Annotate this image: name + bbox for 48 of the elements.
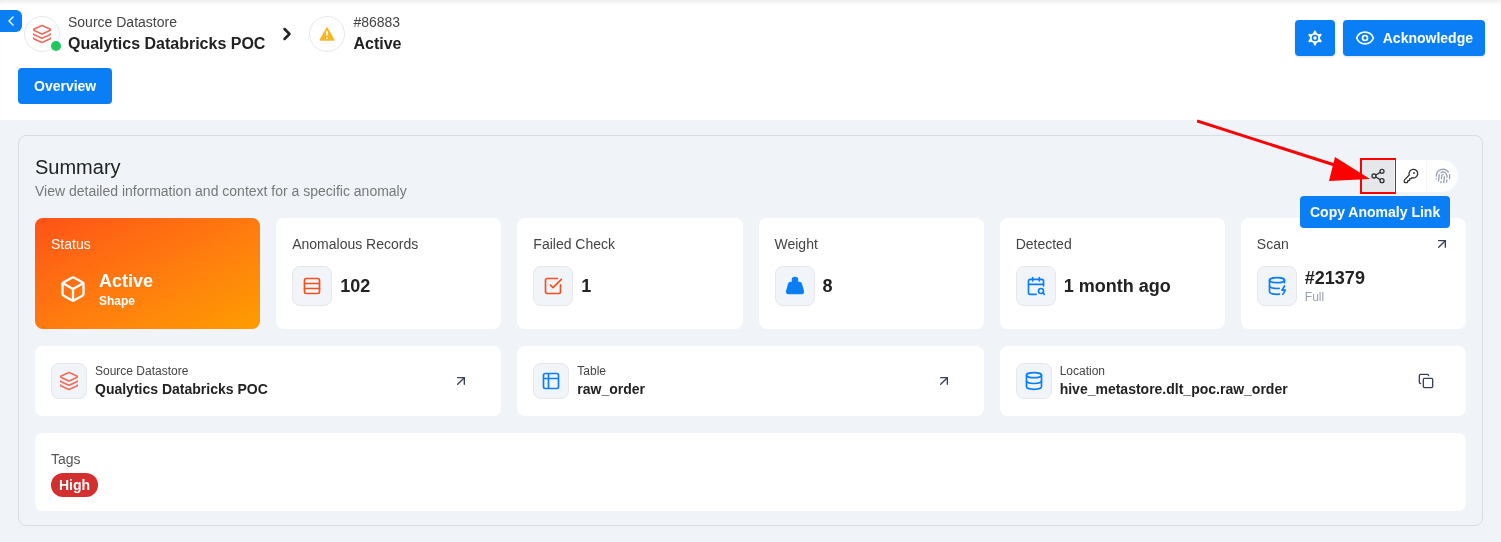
share-icon — [1370, 168, 1386, 184]
summary-subtitle: View detailed information and context for a specific anomaly — [35, 182, 407, 201]
stat-label: Anomalous Records — [292, 235, 419, 254]
stat-value: 1 — [581, 274, 592, 298]
copy-icon[interactable] — [1418, 373, 1434, 389]
detail-value: hive_metastore.dlt_poc.raw_order — [1059, 380, 1289, 399]
datastore-name[interactable]: Qualytics Databricks POC — [68, 32, 266, 56]
detail-value: raw_order — [577, 380, 647, 399]
breadcrumb-label: Source Datastore — [68, 13, 178, 32]
fingerprint-icon — [1434, 168, 1451, 184]
stat-value: 1 month ago — [1063, 274, 1171, 298]
anomaly-status: Active — [353, 34, 402, 54]
checklist-icon — [543, 276, 564, 296]
warning-icon — [317, 24, 338, 44]
tags-label: Tags — [51, 450, 82, 469]
table-icon — [541, 371, 562, 391]
detail-value: Qualytics Databricks POC — [95, 380, 269, 399]
cube-icon — [59, 275, 87, 304]
detail-label: Location — [1059, 363, 1107, 379]
sidebar-toggle[interactable] — [0, 10, 22, 32]
stat-value: #21379 — [1304, 266, 1365, 290]
stat-label: Weight — [774, 235, 818, 254]
tab[interactable]: Overview — [18, 68, 113, 104]
stat-value: 8 — [822, 274, 833, 298]
status-label: Status — [51, 235, 92, 254]
layers-icon — [59, 371, 79, 391]
status-sub: Shape — [99, 292, 136, 309]
weight-icon — [784, 276, 805, 296]
stat-sub: Full — [1304, 289, 1326, 306]
stat-label: Scan — [1256, 235, 1289, 254]
share-button[interactable] — [1362, 160, 1394, 192]
key-icon — [1402, 168, 1419, 184]
status-value: Active — [99, 270, 154, 293]
eye-icon — [1354, 28, 1375, 48]
tag: High — [51, 473, 99, 497]
settings-button[interactable] — [1294, 20, 1335, 56]
tooltip: Copy Anomaly Link — [1300, 196, 1451, 228]
stat-label: Detected — [1015, 235, 1072, 254]
layers-icon — [32, 24, 52, 44]
stat-label: Failed Check — [533, 235, 616, 254]
stat-value: 102 — [340, 274, 371, 298]
anomaly-id: #86883 — [353, 13, 402, 32]
detail-label: Source Datastore — [95, 363, 190, 379]
detail-label: Table — [577, 363, 607, 379]
summary-title: Summary — [35, 155, 122, 180]
calendar-search-icon — [1025, 276, 1046, 296]
acknowledge-button[interactable]: Acknowledge — [1342, 20, 1485, 56]
rows-icon — [302, 276, 323, 296]
